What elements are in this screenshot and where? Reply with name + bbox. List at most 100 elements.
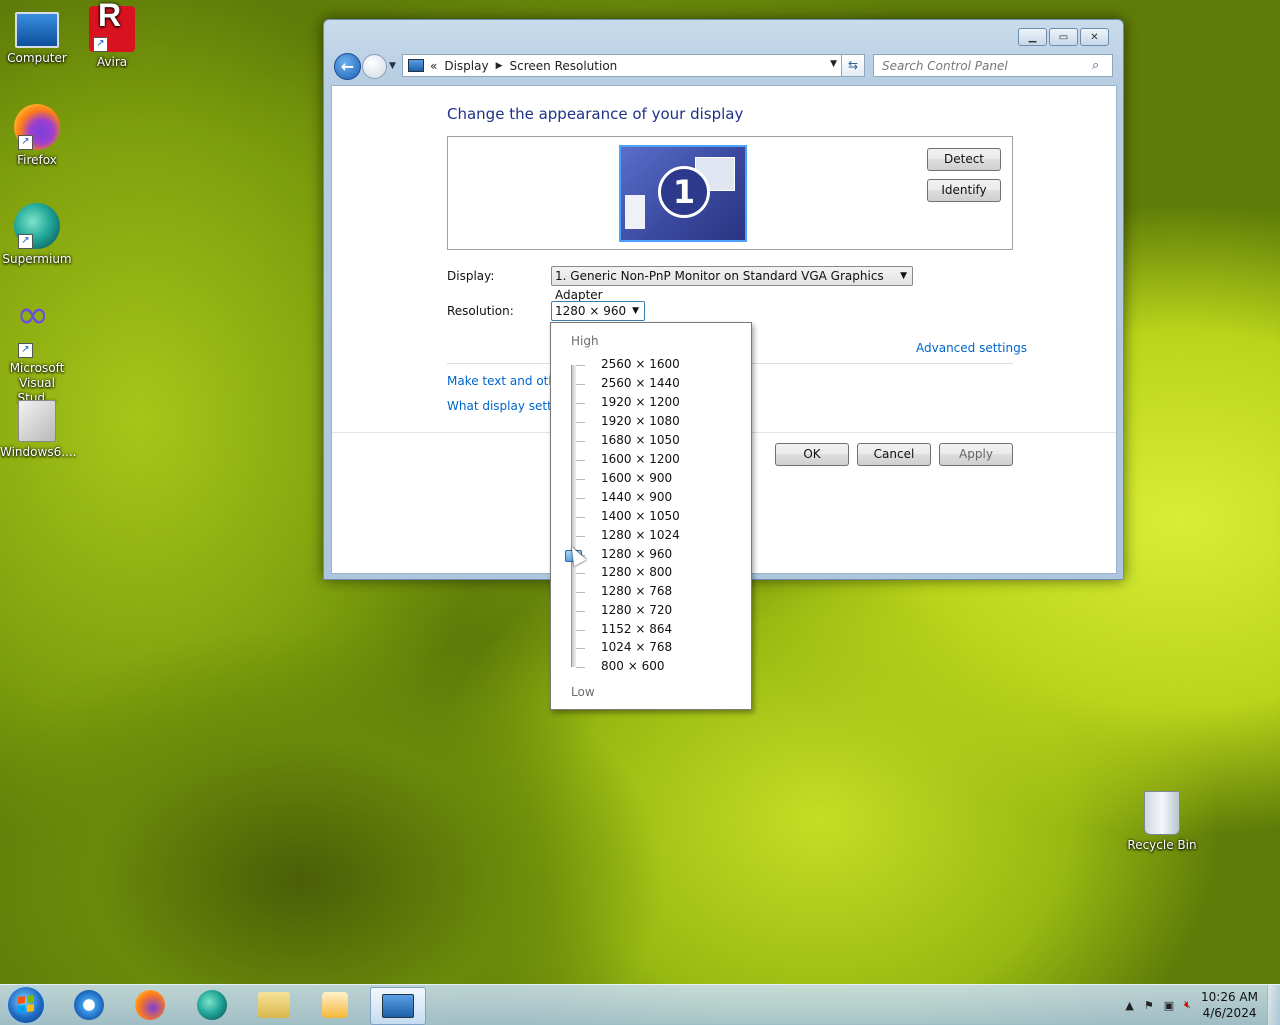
- back-button[interactable]: ←: [334, 53, 361, 80]
- forward-button[interactable]: [362, 54, 387, 79]
- close-button[interactable]: ✕: [1080, 28, 1109, 46]
- resolution-option[interactable]: 1280 × 1024: [601, 528, 680, 542]
- resolution-slider-dropdown[interactable]: High Low 2560 × 1600 2560 × 1440 1920 × 12…: [550, 322, 752, 710]
- desktop-icon-label: Supermium: [2, 252, 72, 266]
- media-player-icon: [322, 992, 348, 1018]
- desktop-icon-recycle-bin[interactable]: Recycle Bin: [1125, 791, 1199, 853]
- taskbar-firefox[interactable]: [123, 987, 177, 1023]
- action-center-flag-icon[interactable]: ⚑: [1144, 999, 1154, 1012]
- slider-tick: [576, 610, 585, 612]
- slider-tick: [576, 666, 585, 668]
- slider-tick: [576, 517, 585, 518]
- maximize-button[interactable]: ▭: [1049, 28, 1078, 46]
- taskbar-control-panel[interactable]: [370, 987, 426, 1025]
- taskbar-internet-explorer[interactable]: [62, 987, 116, 1023]
- slider-tick: [576, 629, 585, 631]
- slider-tick: [576, 441, 585, 442]
- breadcrumb-separator-icon: ▶: [495, 60, 503, 71]
- minimize-icon: ▁: [1028, 31, 1037, 43]
- desktop-icon-label: Recycle Bin: [1127, 838, 1197, 852]
- resolution-option[interactable]: 1400 × 1050: [601, 509, 680, 523]
- chevron-down-icon: ▼: [389, 61, 396, 71]
- slider-tick: [576, 365, 585, 366]
- close-icon: ✕: [1090, 31, 1099, 43]
- display-select[interactable]: 1. Generic Non-PnP Monitor on Standard V…: [551, 266, 913, 302]
- caption-buttons: ▁ ▭ ✕: [1018, 28, 1109, 46]
- start-menu-preview-icon: [625, 195, 645, 229]
- advanced-settings-link[interactable]: Advanced settings: [916, 341, 1027, 355]
- search-box[interactable]: Search Control Panel ⌕: [873, 54, 1113, 77]
- resolution-option[interactable]: 1024 × 768: [601, 640, 672, 654]
- desktop-icon-label: Computer: [7, 51, 67, 65]
- low-label: Low: [571, 685, 595, 699]
- chevron-down-icon: ▼: [632, 306, 639, 316]
- refresh-button[interactable]: ⇆: [841, 54, 865, 77]
- desktop-icon-label: Microsoft Visual Stud...: [9, 361, 65, 405]
- desktop-icon-installer[interactable]: Windows6....: [0, 400, 76, 460]
- cancel-button[interactable]: Cancel: [857, 443, 931, 466]
- desktop-icon-firefox[interactable]: ↗ Firefox: [0, 104, 74, 168]
- page-title: Change the appearance of your display: [447, 105, 744, 123]
- show-desktop-button[interactable]: [1267, 985, 1280, 1025]
- resolution-option[interactable]: 1280 × 768: [601, 584, 672, 598]
- breadcrumb-screen-resolution[interactable]: Screen Resolution: [510, 59, 618, 73]
- breadcrumb-display[interactable]: Display: [444, 59, 488, 73]
- resolution-option[interactable]: 1280 × 800: [601, 565, 672, 579]
- resolution-select[interactable]: 1280 × 960 ▼: [551, 301, 645, 321]
- resolution-option[interactable]: 800 × 600: [601, 659, 665, 673]
- resolution-option[interactable]: 1600 × 900: [601, 471, 672, 485]
- resolution-option[interactable]: 1280 × 960: [601, 547, 672, 561]
- search-icon: ⌕: [1092, 57, 1100, 73]
- resolution-option[interactable]: 1920 × 1080: [601, 414, 680, 428]
- ok-button[interactable]: OK: [775, 443, 849, 466]
- supermium-icon: ↗: [14, 203, 60, 249]
- detect-button[interactable]: Detect: [927, 148, 1001, 171]
- monitor-number: 1: [658, 166, 710, 218]
- chevron-down-icon: ▼: [900, 271, 907, 281]
- volume-muted-icon[interactable]: 🔇︎: [1184, 998, 1191, 1012]
- firefox-icon: [135, 990, 165, 1020]
- monitor-1-thumbnail[interactable]: 1: [619, 145, 747, 242]
- resolution-option[interactable]: 2560 × 1440: [601, 376, 680, 390]
- desktop-icon-avira[interactable]: R ↗ Avira: [75, 0, 149, 70]
- apply-button[interactable]: Apply: [939, 443, 1013, 466]
- minimize-button[interactable]: ▁: [1018, 28, 1047, 46]
- network-icon[interactable]: ▣: [1164, 999, 1174, 1012]
- start-button[interactable]: [8, 987, 44, 1023]
- resolution-slider-track[interactable]: [571, 365, 576, 667]
- resolution-option[interactable]: 2560 × 1600: [601, 357, 680, 371]
- address-dropdown-icon[interactable]: ▼: [830, 59, 837, 69]
- installer-icon: [18, 400, 56, 442]
- clock[interactable]: 10:26 AM 4/6/2024: [1201, 989, 1258, 1021]
- clock-date: 4/6/2024: [1202, 1006, 1257, 1020]
- internet-explorer-icon: [74, 990, 104, 1020]
- desktop-icon-label: Firefox: [17, 153, 57, 167]
- desktop-icon-supermium[interactable]: ↗ Supermium: [0, 203, 74, 267]
- resolution-option[interactable]: 1920 × 1200: [601, 395, 680, 409]
- avira-icon: R ↗: [89, 0, 135, 52]
- breadcrumb-overflow[interactable]: «: [430, 59, 437, 73]
- display-label: Display:: [447, 269, 495, 283]
- show-hidden-icons-icon[interactable]: ▲: [1125, 999, 1133, 1012]
- resolution-option[interactable]: 1280 × 720: [601, 603, 672, 617]
- recycle-bin-icon: [1144, 791, 1180, 835]
- desktop-icon-computer[interactable]: Computer: [0, 8, 74, 66]
- control-panel-icon: [382, 994, 414, 1018]
- clock-time: 10:26 AM: [1201, 990, 1258, 1004]
- taskbar-supermium[interactable]: [185, 987, 239, 1023]
- slider-tick: [576, 460, 585, 461]
- search-input[interactable]: Search Control Panel: [874, 59, 1092, 73]
- notification-area: ▲ ⚑ ▣ 🔇︎ 10:26 AM 4/6/2024: [1125, 988, 1258, 1022]
- desktop-icon-visual-studio[interactable]: ∞ ↗ Microsoft Visual Stud...: [0, 295, 74, 406]
- resolution-option[interactable]: 1680 × 1050: [601, 433, 680, 447]
- resolution-option[interactable]: 1152 × 864: [601, 622, 672, 636]
- breadcrumb[interactable]: « Display ▶ Screen Resolution ▼: [402, 54, 844, 77]
- resolution-option[interactable]: 1600 × 1200: [601, 452, 680, 466]
- shortcut-arrow-icon: ↗: [18, 343, 33, 358]
- address-bar-row: ← ▼ « Display ▶ Screen Resolution ▼ ⇆ Se…: [332, 53, 1114, 80]
- recent-pages-dropdown[interactable]: ▼: [389, 61, 396, 71]
- taskbar-media-player[interactable]: [308, 987, 362, 1023]
- identify-button[interactable]: Identify: [927, 179, 1001, 202]
- resolution-option[interactable]: 1440 × 900: [601, 490, 672, 504]
- taskbar-file-explorer[interactable]: [247, 987, 301, 1023]
